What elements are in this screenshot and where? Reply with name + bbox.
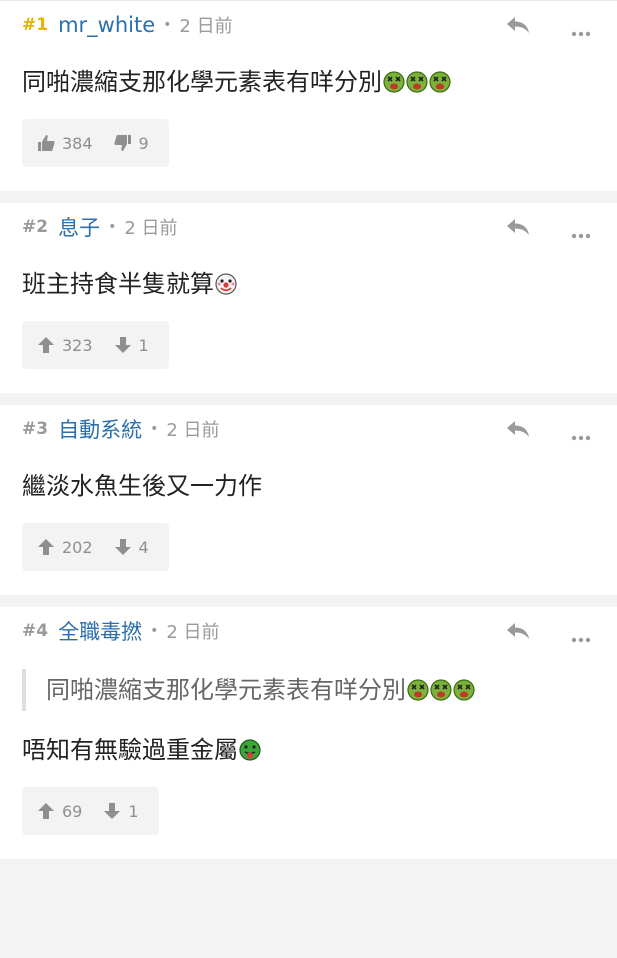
reply-icon[interactable] bbox=[505, 621, 531, 641]
post-time: 2 日前 bbox=[179, 16, 233, 37]
separator-dot: • bbox=[108, 219, 117, 235]
post-header: #2 息子 • 2 日前 bbox=[0, 203, 617, 251]
post-1: #1 mr_white • 2 日前 同啪濃縮支那化學元素表有咩分別 384 9 bbox=[0, 0, 617, 191]
post-header: #1 mr_white • 2 日前 bbox=[0, 1, 617, 49]
downvote-count: 9 bbox=[138, 133, 149, 153]
upvote-button[interactable]: 323 bbox=[36, 335, 93, 355]
post-actions bbox=[505, 1, 591, 49]
post-actions bbox=[505, 203, 591, 251]
arrow-down-icon bbox=[114, 539, 131, 555]
post-actions bbox=[505, 607, 591, 655]
post-time: 2 日前 bbox=[166, 420, 220, 441]
downvote-button[interactable]: 1 bbox=[113, 335, 149, 355]
username-link[interactable]: 自動系統 bbox=[58, 414, 142, 444]
downvote-count: 1 bbox=[138, 335, 149, 355]
upvote-count: 384 bbox=[62, 133, 93, 153]
post-4: #4 全職毒撚 • 2 日前 同啪濃縮支那化學元素表有咩分別 唔知有無驗過重金屬… bbox=[0, 607, 617, 859]
separator-dot: • bbox=[150, 421, 159, 437]
tongue-emoji bbox=[239, 738, 261, 761]
floor-number: #2 bbox=[22, 217, 49, 237]
separator-dot: • bbox=[150, 623, 159, 639]
upvote-button[interactable]: 202 bbox=[36, 537, 93, 557]
post-content: 唔知有無驗過重金屬 bbox=[22, 717, 595, 787]
sick-emoji bbox=[429, 70, 451, 93]
arrow-down-icon bbox=[114, 337, 131, 353]
post-time: 2 日前 bbox=[124, 218, 178, 239]
arrow-down-icon bbox=[104, 803, 121, 819]
upvote-button[interactable]: 384 bbox=[36, 133, 93, 153]
post-2: #2 息子 • 2 日前 班主持食半隻就算 323 1 bbox=[0, 203, 617, 393]
post-content: 班主持食半隻就算 bbox=[22, 251, 595, 321]
username-link[interactable]: 息子 bbox=[58, 212, 100, 242]
upvote-count: 202 bbox=[62, 537, 93, 557]
vote-bar: 323 1 bbox=[22, 321, 169, 369]
post-text: 繼淡水魚生後又一力作 bbox=[22, 472, 262, 500]
post-content: 同啪濃縮支那化學元素表有咩分別 bbox=[22, 49, 595, 119]
downvote-count: 4 bbox=[138, 537, 149, 557]
downvote-count: 1 bbox=[128, 801, 139, 821]
thumbs-up-icon bbox=[38, 135, 55, 151]
arrow-up-icon bbox=[38, 539, 54, 555]
post-header: #4 全職毒撚 • 2 日前 bbox=[0, 607, 617, 655]
thumbs-down-icon bbox=[113, 135, 131, 151]
floor-number: #4 bbox=[22, 621, 49, 641]
upvote-count: 69 bbox=[62, 801, 83, 821]
reply-icon[interactable] bbox=[505, 419, 531, 439]
downvote-button[interactable]: 4 bbox=[113, 537, 149, 557]
more-options-icon[interactable] bbox=[571, 224, 591, 239]
downvote-button[interactable]: 9 bbox=[113, 133, 149, 153]
vote-bar: 384 9 bbox=[22, 119, 169, 167]
more-options-icon[interactable] bbox=[571, 426, 591, 441]
upvote-button[interactable]: 69 bbox=[36, 801, 82, 821]
sick-emoji bbox=[406, 70, 428, 93]
downvote-button[interactable]: 1 bbox=[102, 801, 139, 821]
sick-emoji bbox=[383, 70, 405, 93]
vote-bar: 202 4 bbox=[22, 523, 169, 571]
clown-emoji bbox=[215, 272, 237, 295]
sick-emoji bbox=[453, 678, 475, 701]
post-text: 班主持食半隻就算 bbox=[22, 270, 214, 298]
quote-text: 同啪濃縮支那化學元素表有咩分別 bbox=[46, 676, 406, 704]
post-content: 繼淡水魚生後又一力作 bbox=[22, 453, 595, 523]
post-actions bbox=[505, 405, 591, 453]
arrow-up-icon bbox=[38, 803, 54, 819]
username-link[interactable]: mr_white bbox=[58, 13, 155, 37]
post-header: #3 自動系統 • 2 日前 bbox=[0, 405, 617, 453]
post-text: 同啪濃縮支那化學元素表有咩分別 bbox=[22, 68, 382, 96]
more-options-icon[interactable] bbox=[571, 628, 591, 643]
username-link[interactable]: 全職毒撚 bbox=[58, 616, 142, 646]
quoted-post[interactable]: 同啪濃縮支那化學元素表有咩分別 bbox=[22, 669, 595, 711]
floor-number: #1 bbox=[22, 15, 49, 35]
vote-bar: 69 1 bbox=[22, 787, 159, 835]
upvote-count: 323 bbox=[62, 335, 93, 355]
reply-icon[interactable] bbox=[505, 15, 531, 35]
separator-dot: • bbox=[163, 17, 172, 33]
arrow-up-icon bbox=[38, 337, 54, 353]
post-3: #3 自動系統 • 2 日前 繼淡水魚生後又一力作 202 4 bbox=[0, 405, 617, 595]
post-time: 2 日前 bbox=[166, 622, 220, 643]
more-options-icon[interactable] bbox=[571, 22, 591, 37]
sick-emoji bbox=[407, 678, 429, 701]
sick-emoji bbox=[430, 678, 452, 701]
reply-icon[interactable] bbox=[505, 217, 531, 237]
floor-number: #3 bbox=[22, 419, 49, 439]
post-text: 唔知有無驗過重金屬 bbox=[22, 736, 238, 764]
thread: #1 mr_white • 2 日前 同啪濃縮支那化學元素表有咩分別 384 9… bbox=[0, 0, 617, 859]
